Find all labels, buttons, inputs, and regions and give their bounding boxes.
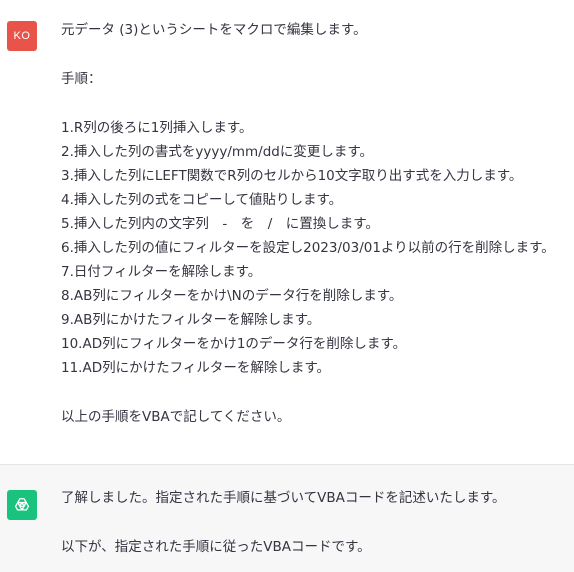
- message-line: 3.挿入した列にLEFT関数でR列のセルから10文字取り出す式を入力します。: [61, 168, 523, 184]
- message-line: 10.AD列にフィルターをかけ1のデータ行を削除します。: [61, 336, 407, 352]
- message-line: 了解しました。指定された手順に基づいてVBAコードを記述いたします。: [61, 490, 506, 506]
- message-line: 11.AD列にかけたフィルターを解除します。: [61, 360, 330, 376]
- message-line: 6.挿入した列の値にフィルターを設定し2023/03/01より以前の行を削除しま…: [61, 240, 555, 256]
- message-line: 2.挿入した列の書式をyyyy/mm/ddに変更します。: [61, 144, 374, 160]
- message-line: 9.AB列にかけたフィルターを解除します。: [61, 312, 321, 328]
- message-line: 手順：: [61, 71, 102, 87]
- message-line: 元データ (3)というシートをマクロで編集します。: [61, 22, 367, 38]
- message-line: 4.挿入した列の式をコピーして値貼りします。: [61, 192, 343, 208]
- assistant-message: 了解しました。指定された手順に基づいてVBAコードを記述いたします。 以下が、指…: [0, 464, 574, 572]
- message-line: 5.挿入した列内の文字列 - を / に置換します。: [61, 216, 379, 232]
- message-line: 以上の手順をVBAで記してください。: [61, 409, 291, 425]
- openai-logo-icon: [7, 490, 37, 520]
- message-line: 8.AB列にフィルターをかけ\Nのデータ行を削除します。: [61, 288, 403, 304]
- user-message: KO 元データ (3)というシートをマクロで編集します。 手順： 1.R列の後ろ…: [0, 0, 574, 464]
- message-line: 以下が、指定された手順に従ったVBAコードです。: [61, 539, 371, 555]
- message-line: 7.日付フィルターを解除します。: [61, 264, 262, 280]
- user-avatar: KO: [7, 21, 37, 51]
- message-line: 1.R列の後ろに1列挿入します。: [61, 120, 253, 136]
